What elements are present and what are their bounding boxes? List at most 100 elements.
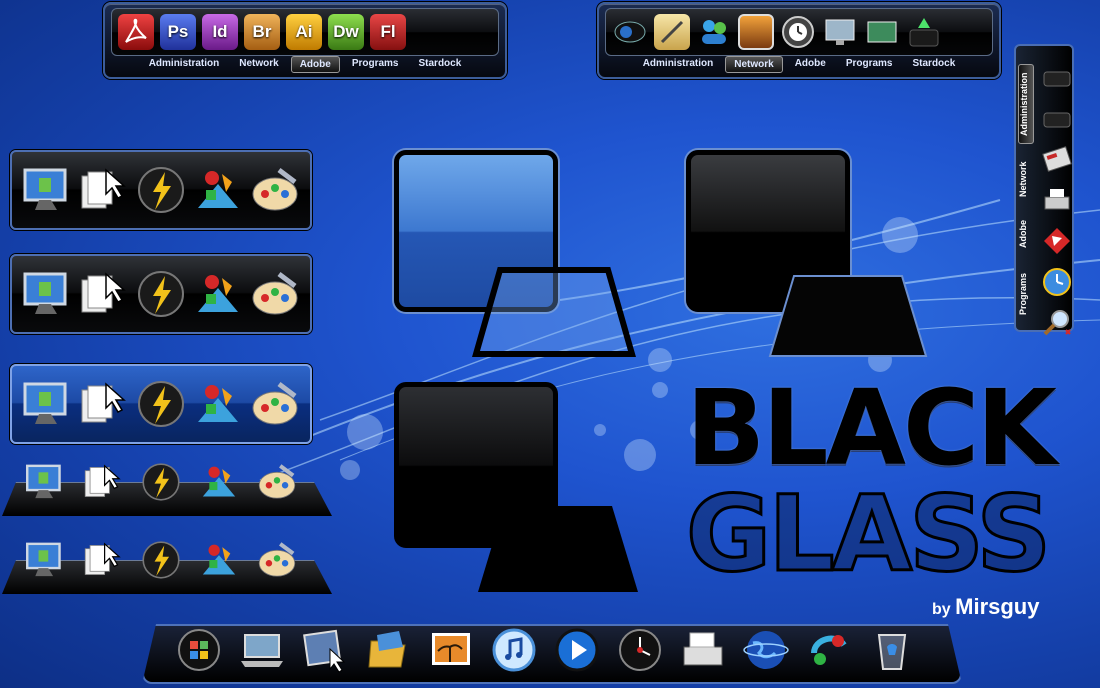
shapes-icon[interactable] xyxy=(198,461,240,503)
illustrator-icon[interactable]: Ai xyxy=(286,14,322,50)
folder-glyph xyxy=(368,631,406,668)
bridge-icon[interactable]: Br xyxy=(244,14,280,50)
calculator-icon[interactable] xyxy=(1042,144,1072,174)
power-icon[interactable] xyxy=(140,539,182,581)
tab-adobe[interactable]: Adobe xyxy=(290,56,340,73)
desktop-glyph xyxy=(867,21,897,43)
top-dock-network: Administration Network Adobe Programs St… xyxy=(597,2,1001,79)
drive-glyph xyxy=(909,18,939,47)
paint-icon[interactable] xyxy=(806,627,852,673)
power-icon[interactable] xyxy=(140,461,182,503)
glass-trapezoid-clear xyxy=(472,267,636,357)
my-computer-icon[interactable] xyxy=(21,268,73,320)
tab-network[interactable]: Network xyxy=(725,56,783,73)
recycle-bin-icon[interactable] xyxy=(869,627,915,673)
screen-icon[interactable] xyxy=(302,627,348,673)
windows-start-icon[interactable] xyxy=(176,627,222,673)
acrobat-icon[interactable] xyxy=(118,14,154,50)
shapes-icon[interactable] xyxy=(192,164,244,216)
printer-icon[interactable] xyxy=(1042,185,1072,215)
webcam-glyph xyxy=(614,21,646,43)
windows-start-glyph xyxy=(178,629,220,671)
tab-network[interactable]: Network xyxy=(231,56,286,73)
author-name: Mirsguy xyxy=(955,594,1040,619)
pictures-glyph xyxy=(432,633,470,665)
desktop-icon[interactable] xyxy=(864,14,900,50)
my-computer-icon[interactable] xyxy=(21,378,73,430)
acrobat-glyph xyxy=(125,18,147,43)
laptop-glyph xyxy=(241,634,283,667)
shapes-icon[interactable] xyxy=(192,268,244,320)
side-dock-5 xyxy=(10,536,312,594)
flashget-icon[interactable] xyxy=(1042,226,1072,256)
notes-icon[interactable] xyxy=(654,14,690,50)
documents-icon[interactable] xyxy=(78,268,130,320)
paint-icon[interactable] xyxy=(249,378,301,430)
drive-icon[interactable] xyxy=(1042,103,1072,133)
search-icon[interactable] xyxy=(1042,308,1072,338)
paint-icon[interactable] xyxy=(249,164,301,216)
my-computer-icon[interactable] xyxy=(24,461,66,503)
indesign-icon[interactable]: Id xyxy=(202,14,238,50)
tab-administration[interactable]: Administration xyxy=(635,56,722,73)
tab-administration[interactable]: Administration xyxy=(1018,64,1034,144)
tab-programs[interactable]: Programs xyxy=(1018,266,1034,322)
monitor-icon[interactable] xyxy=(822,14,858,50)
paint-icon[interactable] xyxy=(256,539,298,581)
dreamweaver-label: Dw xyxy=(333,22,359,41)
time-machine-icon[interactable] xyxy=(780,14,816,50)
side-dock-3 xyxy=(10,364,312,444)
documents-icon[interactable] xyxy=(78,164,130,216)
photoshop-icon[interactable]: Ps xyxy=(160,14,196,50)
paint-glyph xyxy=(811,635,847,665)
tab-stardock[interactable]: Stardock xyxy=(411,56,470,73)
indesign-label: Id xyxy=(212,22,228,41)
laptop-icon[interactable] xyxy=(239,627,285,673)
documents-icon[interactable] xyxy=(82,461,124,503)
flash-icon[interactable]: Fl xyxy=(370,14,406,50)
globe-icon[interactable] xyxy=(743,627,789,673)
pictures-icon[interactable] xyxy=(428,627,474,673)
dashboard-icon[interactable] xyxy=(617,627,663,673)
dashboard-glyph xyxy=(619,629,661,671)
drive-icon[interactable] xyxy=(1042,62,1072,92)
tab-programs[interactable]: Programs xyxy=(838,56,901,73)
webcam-icon[interactable] xyxy=(612,14,648,50)
author-byline: by Mirsguy xyxy=(932,594,1039,620)
glass-trapezoid-black-1 xyxy=(768,275,928,357)
folder-icon[interactable] xyxy=(365,627,411,673)
globe-glyph xyxy=(743,631,789,669)
tab-stardock[interactable]: Stardock xyxy=(905,56,964,73)
tab-administration[interactable]: Administration xyxy=(141,56,228,73)
documents-icon[interactable] xyxy=(78,378,130,430)
paint-icon[interactable] xyxy=(249,268,301,320)
documents-icon[interactable] xyxy=(82,539,124,581)
clock-icon[interactable] xyxy=(1042,267,1072,297)
tab-adobe[interactable]: Adobe xyxy=(1018,214,1034,254)
side-dock-4 xyxy=(10,458,312,516)
tab-adobe[interactable]: Adobe xyxy=(787,56,834,73)
drive-icon[interactable] xyxy=(906,14,942,50)
tab-programs[interactable]: Programs xyxy=(344,56,407,73)
photo-icon[interactable] xyxy=(738,14,774,50)
messenger-icon[interactable] xyxy=(696,14,732,50)
power-icon[interactable] xyxy=(135,378,187,430)
dreamweaver-icon[interactable]: Dw xyxy=(328,14,364,50)
title-glass: GLASS xyxy=(684,473,1052,595)
itunes-glyph xyxy=(492,628,536,672)
scanner-icon[interactable] xyxy=(680,627,726,673)
shapes-icon[interactable] xyxy=(198,539,240,581)
glass-trapezoid-black-2 xyxy=(478,506,638,592)
my-computer-icon[interactable] xyxy=(21,164,73,216)
power-icon[interactable] xyxy=(135,268,187,320)
drive-glyph xyxy=(1043,71,1071,87)
tab-network[interactable]: Network xyxy=(1018,154,1034,204)
media-player-icon[interactable] xyxy=(554,627,600,673)
flash-label: Fl xyxy=(380,22,396,41)
shapes-icon[interactable] xyxy=(192,378,244,430)
my-computer-icon[interactable] xyxy=(24,539,66,581)
paint-icon[interactable] xyxy=(256,461,298,503)
power-icon[interactable] xyxy=(135,164,187,216)
screen-glyph xyxy=(303,629,346,673)
itunes-icon[interactable] xyxy=(491,627,537,673)
